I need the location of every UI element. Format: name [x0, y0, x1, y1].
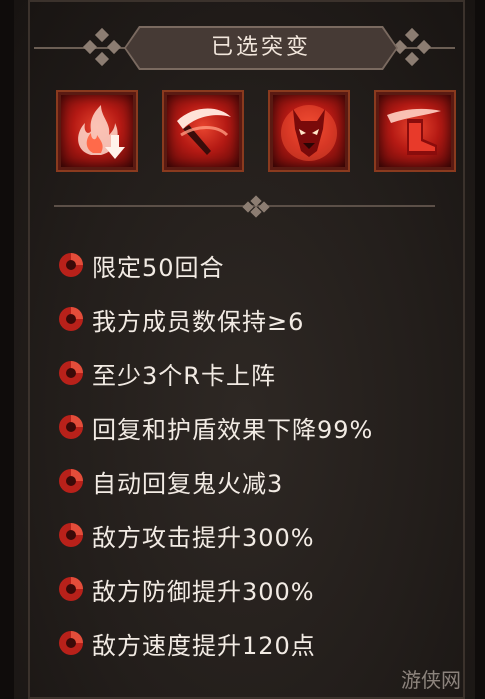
mutation-icon-row: [14, 90, 475, 176]
tomoe-bullet-icon: [59, 631, 83, 655]
rule-item: 自动回复鬼火减3: [58, 454, 373, 508]
tomoe-bullet-icon: [59, 253, 83, 277]
rule-text: 敌方攻击提升300%: [92, 523, 315, 552]
rule-item: 我方成员数保持≥6: [58, 292, 373, 346]
rule-item: 敌方速度提升120点: [58, 616, 373, 670]
tomoe-bullet-icon: [59, 469, 83, 493]
panel-header: 已选突变: [14, 24, 475, 72]
mutation-panel: 已选突变 限定50回合 我方成员数保持≥6 至少3个R卡上阵 回复和护盾效果下降…: [0, 0, 485, 699]
rule-text: 敌方防御提升300%: [92, 577, 315, 606]
rule-text: 自动回复鬼火减3: [92, 469, 284, 498]
tomoe-bullet-icon: [59, 415, 83, 439]
demon-mask-icon[interactable]: [268, 90, 350, 172]
panel-title: 已选突变: [210, 35, 311, 60]
scythe-slash-icon[interactable]: [162, 90, 244, 172]
tomoe-bullet-icon: [59, 361, 83, 385]
rule-text: 回复和护盾效果下降99%: [92, 415, 374, 444]
watermark-logo: 游侠网: [401, 668, 461, 692]
rule-text: 至少3个R卡上阵: [92, 361, 276, 390]
crimson-boot-icon[interactable]: [374, 90, 456, 172]
rule-text: 敌方速度提升120点: [92, 631, 316, 660]
diamond-ornament-left-icon: [82, 27, 122, 67]
tomoe-bullet-icon: [59, 307, 83, 331]
rule-item: 敌方攻击提升300%: [58, 508, 373, 562]
mutation-rules-list: 限定50回合 我方成员数保持≥6 至少3个R卡上阵 回复和护盾效果下降99% 自…: [58, 238, 373, 670]
rule-text: 我方成员数保持≥6: [92, 307, 305, 336]
tomoe-bullet-icon: [59, 523, 83, 547]
rule-item: 敌方防御提升300%: [58, 562, 373, 616]
diamond-ornament-right-icon: [392, 27, 432, 67]
rule-item: 至少3个R卡上阵: [58, 346, 373, 400]
flame-down-icon[interactable]: [56, 90, 138, 172]
rule-item: 限定50回合: [58, 238, 373, 292]
tomoe-bullet-icon: [59, 577, 83, 601]
rule-text: 限定50回合: [92, 253, 225, 282]
rule-item: 回复和护盾效果下降99%: [58, 400, 373, 454]
divider-diamond-icon: [242, 195, 270, 218]
